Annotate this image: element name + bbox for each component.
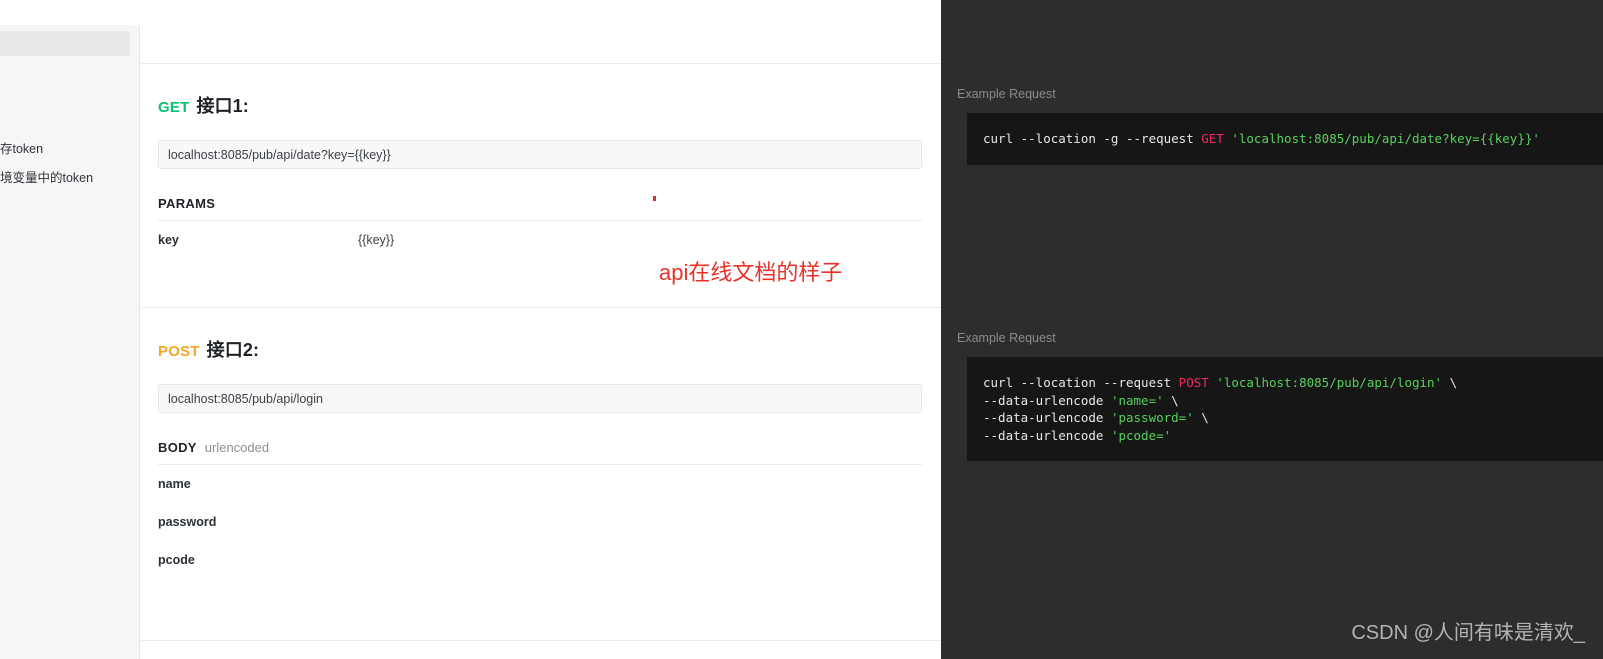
sidebar: 存token 境变量中的token	[0, 0, 140, 659]
param-name-password: password	[158, 515, 217, 529]
url-text-get: localhost:8085/pub/api/date?key={{key}}	[168, 147, 391, 162]
param-name-pcode: pcode	[158, 553, 195, 567]
url-field-post[interactable]: localhost:8085/pub/api/login	[158, 384, 922, 413]
code-block-curl-get[interactable]: curl --location -g --request GET 'localh…	[967, 113, 1603, 165]
endpoint-title-get: GET 接口1:	[158, 94, 941, 120]
example-request-label-get: Example Request	[957, 87, 1056, 101]
param-name-key: key	[158, 233, 179, 247]
code-token-cmd: --data-urlencode	[983, 427, 1111, 443]
section-header-params: PARAMS	[158, 196, 922, 221]
example-request-label-post: Example Request	[957, 331, 1056, 345]
endpoint-get: GET 接口1: localhost:8085/pub/api/date?key=…	[140, 63, 941, 259]
code-token-cmd: --data-urlencode	[983, 392, 1111, 408]
code-token-cmd: curl --location -g --request	[983, 131, 1202, 146]
csdn-watermark: CSDN @人间有味是清欢_	[1351, 622, 1585, 644]
example-request-panel: Example Request curl --location -g --req…	[941, 0, 1603, 659]
example-block-post: Example Request curl --location --reques…	[941, 307, 1603, 462]
http-method-badge-get: GET	[158, 99, 190, 116]
annotation-dot	[653, 196, 656, 201]
sidebar-selected-item[interactable]	[0, 31, 130, 56]
code-block-curl-post[interactable]: curl --location --request POST 'localhos…	[967, 357, 1603, 462]
table-row: name	[158, 465, 922, 503]
http-method-badge-post: POST	[158, 343, 200, 360]
code-token-cont: \	[1193, 410, 1209, 426]
section-title-params: PARAMS	[158, 196, 216, 211]
code-token-cont: \	[1442, 375, 1458, 390]
param-name-name: name	[158, 477, 191, 491]
sidebar-item-env-token[interactable]: 境变量中的token	[0, 167, 93, 186]
table-row: pcode	[158, 541, 922, 579]
section-subtitle-body: urlencoded	[204, 440, 270, 455]
example-block-get: Example Request curl --location -g --req…	[941, 63, 1603, 165]
code-token-str: 'pcode='	[1110, 427, 1172, 443]
endpoint-name-get: 接口1:	[196, 96, 249, 116]
section-title-body: BODY	[158, 440, 197, 455]
table-row: password	[158, 503, 922, 541]
code-token-cmd: --data-urlencode	[983, 410, 1111, 426]
code-token-method: POST	[1178, 375, 1209, 390]
sidebar-item-save-token[interactable]: 存token	[0, 138, 43, 157]
code-token-str: 'name='	[1110, 392, 1164, 408]
url-field-get[interactable]: localhost:8085/pub/api/date?key={{key}}	[158, 140, 922, 169]
endpoint-post: POST 接口2: localhost:8085/pub/api/login BO…	[140, 307, 941, 579]
endpoint-title-post: POST 接口2:	[158, 338, 941, 364]
section-header-body: BODY urlencoded	[158, 440, 922, 465]
endpoint-name-post: 接口2:	[206, 340, 260, 360]
code-token-cmd: curl --location --request	[983, 375, 1179, 390]
code-token-cont: \	[1163, 392, 1179, 408]
annotation-text: api在线文档的样子	[659, 260, 843, 285]
code-token-method: GET	[1201, 131, 1224, 146]
table-row: key {{key}}	[158, 221, 922, 259]
documentation-column: GET 接口1: localhost:8085/pub/api/date?key=…	[140, 0, 941, 659]
api-documentation-screen: 存token 境变量中的token GET 接口1: localhost:8085…	[0, 0, 1603, 659]
code-token-str: 'localhost:8085/pub/api/login'	[1216, 375, 1443, 390]
code-token-str: 'password='	[1110, 410, 1194, 426]
url-text-post: localhost:8085/pub/api/login	[168, 391, 323, 406]
code-token-str: 'localhost:8085/pub/api/date?key={{key}}…	[1231, 131, 1540, 146]
divider-bottom	[140, 640, 941, 641]
param-value-key: {{key}}	[358, 233, 395, 247]
sidebar-top-strip	[0, 0, 140, 25]
